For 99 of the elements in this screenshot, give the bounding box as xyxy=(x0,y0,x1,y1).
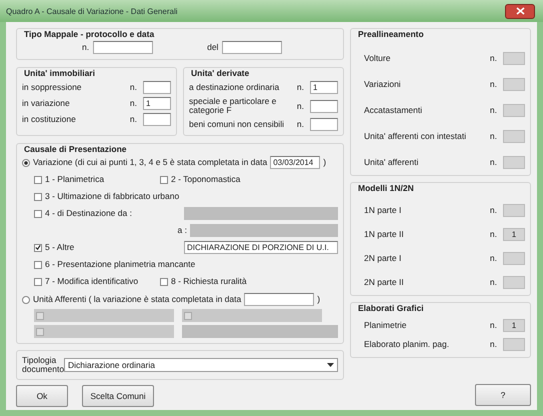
field-label: Unita' afferenti con intestati xyxy=(364,130,468,143)
field-label: Volture xyxy=(364,52,392,65)
number-field[interactable] xyxy=(310,100,338,112)
group-title: Tipo Mappale - protocollo e data xyxy=(22,29,156,39)
option-label: 6 - Presentazione planimetria mancante xyxy=(45,258,196,271)
group-title: Elaborati Grafici xyxy=(356,303,426,313)
close-icon xyxy=(516,7,524,15)
checkbox[interactable] xyxy=(34,260,42,268)
number-field xyxy=(503,104,525,117)
document-type-dropdown[interactable]: Dichiarazione ordinaria xyxy=(64,358,338,372)
close-button[interactable] xyxy=(505,4,535,18)
number-field[interactable] xyxy=(310,118,338,131)
option-label: 8 - Richiesta ruralità xyxy=(171,275,247,288)
field-label: a : xyxy=(176,224,187,237)
field-label: 1N parte II xyxy=(364,228,405,241)
field-label: a destinazione ordinaria xyxy=(189,83,280,92)
option-label: Variazione (di cui ai punti 1, 3, 4 e 5 è stata completata in data xyxy=(33,156,268,169)
group-title: Unita' derivate xyxy=(189,68,252,78)
bracket-text: ) xyxy=(317,293,320,306)
field-label: 1N parte I xyxy=(364,204,402,217)
field-label: Accatastamenti xyxy=(364,104,424,117)
checkbox[interactable] xyxy=(160,176,168,184)
field-label: beni comuni non censibili xyxy=(189,120,285,129)
field-label: n. xyxy=(82,41,90,54)
number-field xyxy=(503,52,525,65)
number-field xyxy=(503,156,525,169)
field-label: del xyxy=(207,41,218,54)
group-title: Unita' immobiliari xyxy=(22,68,97,78)
option-label: 5 - Altre xyxy=(45,241,76,254)
checkbox[interactable] xyxy=(160,278,168,286)
number-field[interactable]: 1 xyxy=(310,81,338,94)
number-field xyxy=(503,204,525,217)
field-prefix: n. xyxy=(490,319,497,332)
field-label: in costituzione xyxy=(22,115,77,124)
caret-icon xyxy=(327,363,334,367)
date-field[interactable]: 03/03/2014 xyxy=(270,156,320,169)
dialog-button[interactable]: Scelta Comuni xyxy=(82,385,154,407)
field-label: Variazioni xyxy=(364,78,402,91)
option-label: 4 - di Destinazione da : xyxy=(45,207,133,220)
field-prefix: n. xyxy=(490,276,497,289)
field-prefix: n. xyxy=(490,156,497,169)
number-field[interactable] xyxy=(143,113,171,126)
group-title: Preallineamento xyxy=(356,29,426,39)
radio-button[interactable] xyxy=(22,158,30,166)
number-field[interactable]: 1 xyxy=(143,97,171,110)
field-prefix: n. xyxy=(296,118,304,131)
group-title: Modelli 1N/2N xyxy=(356,183,416,193)
field-prefix: n. xyxy=(490,130,497,143)
field-prefix: n. xyxy=(490,228,497,241)
field-prefix: n. xyxy=(490,78,497,91)
group-title: Causale di Presentazione xyxy=(22,144,129,154)
field-label: Unita' afferenti xyxy=(364,156,420,169)
field-prefix: n. xyxy=(490,204,497,217)
option-label: 7 - Modifica identificativo xyxy=(45,275,138,288)
field-prefix: n. xyxy=(130,113,137,126)
number-field[interactable] xyxy=(143,81,171,94)
option-label: Unità Afferenti ( la variazione è stata completata in data xyxy=(33,293,242,306)
field-label: Elaborato planim. pag. xyxy=(364,338,450,351)
field-prefix: n. xyxy=(130,81,137,94)
date-field[interactable] xyxy=(244,293,314,306)
number-field xyxy=(503,130,525,143)
field-prefix: n. xyxy=(296,81,304,94)
field-label: Planimetrie xyxy=(364,319,408,332)
checkbox[interactable] xyxy=(184,312,192,320)
field-prefix: n. xyxy=(490,52,497,65)
checkbox[interactable] xyxy=(34,210,42,218)
checkbox[interactable] xyxy=(36,312,44,320)
field-prefix: n. xyxy=(490,338,497,351)
number-field xyxy=(503,338,525,351)
checkbox[interactable] xyxy=(34,278,42,286)
option-label: 3 - Ultimazione di fabbricato urbano xyxy=(45,190,180,203)
checkbox[interactable] xyxy=(34,244,42,252)
window-title: Quadro A - Causale di Variazione - Dati Generali xyxy=(6,6,178,16)
bracket-text: ) xyxy=(323,156,326,169)
checkbox[interactable] xyxy=(34,176,42,184)
option-label: 1 - Planimetrica xyxy=(45,173,104,186)
field-label: in variazione xyxy=(22,99,71,108)
field-prefix: n. xyxy=(490,252,497,265)
radio-button[interactable] xyxy=(22,296,30,304)
checkbox[interactable] xyxy=(36,328,44,336)
number-field: 1 xyxy=(503,228,525,241)
field-label: 2N parte II xyxy=(364,276,405,289)
field-prefix: n. xyxy=(130,97,137,110)
number-field xyxy=(503,78,525,91)
field-label: speciale e particolare e categorie F xyxy=(189,97,278,115)
number-field[interactable] xyxy=(93,41,154,54)
number-field xyxy=(503,276,525,289)
option-label: 2 - Toponomastica xyxy=(171,173,240,186)
number-field xyxy=(503,252,525,265)
date-field[interactable] xyxy=(222,41,282,54)
field-label: 2N parte I xyxy=(364,252,402,265)
field-prefix: n. xyxy=(490,104,497,117)
checkbox[interactable] xyxy=(34,192,42,200)
dialog-button[interactable]: Ok xyxy=(16,385,68,407)
field-prefix: n. xyxy=(296,100,304,112)
number-field: 1 xyxy=(503,319,525,332)
field-label: in soppressione xyxy=(22,83,83,92)
help-button[interactable]: ? xyxy=(475,384,531,406)
text-field[interactable]: DICHIARAZIONE DI PORZIONE DI U.I. xyxy=(184,241,338,254)
